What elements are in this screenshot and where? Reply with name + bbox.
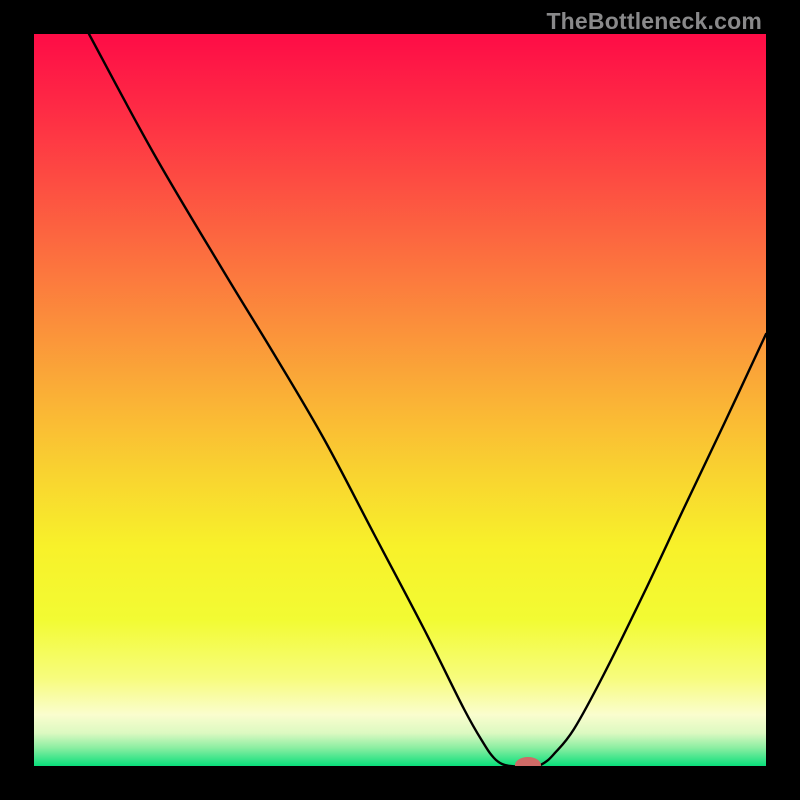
chart-svg bbox=[34, 34, 766, 766]
chart-area bbox=[34, 34, 766, 766]
gradient-background bbox=[34, 34, 766, 766]
watermark-text: TheBottleneck.com bbox=[546, 8, 762, 35]
